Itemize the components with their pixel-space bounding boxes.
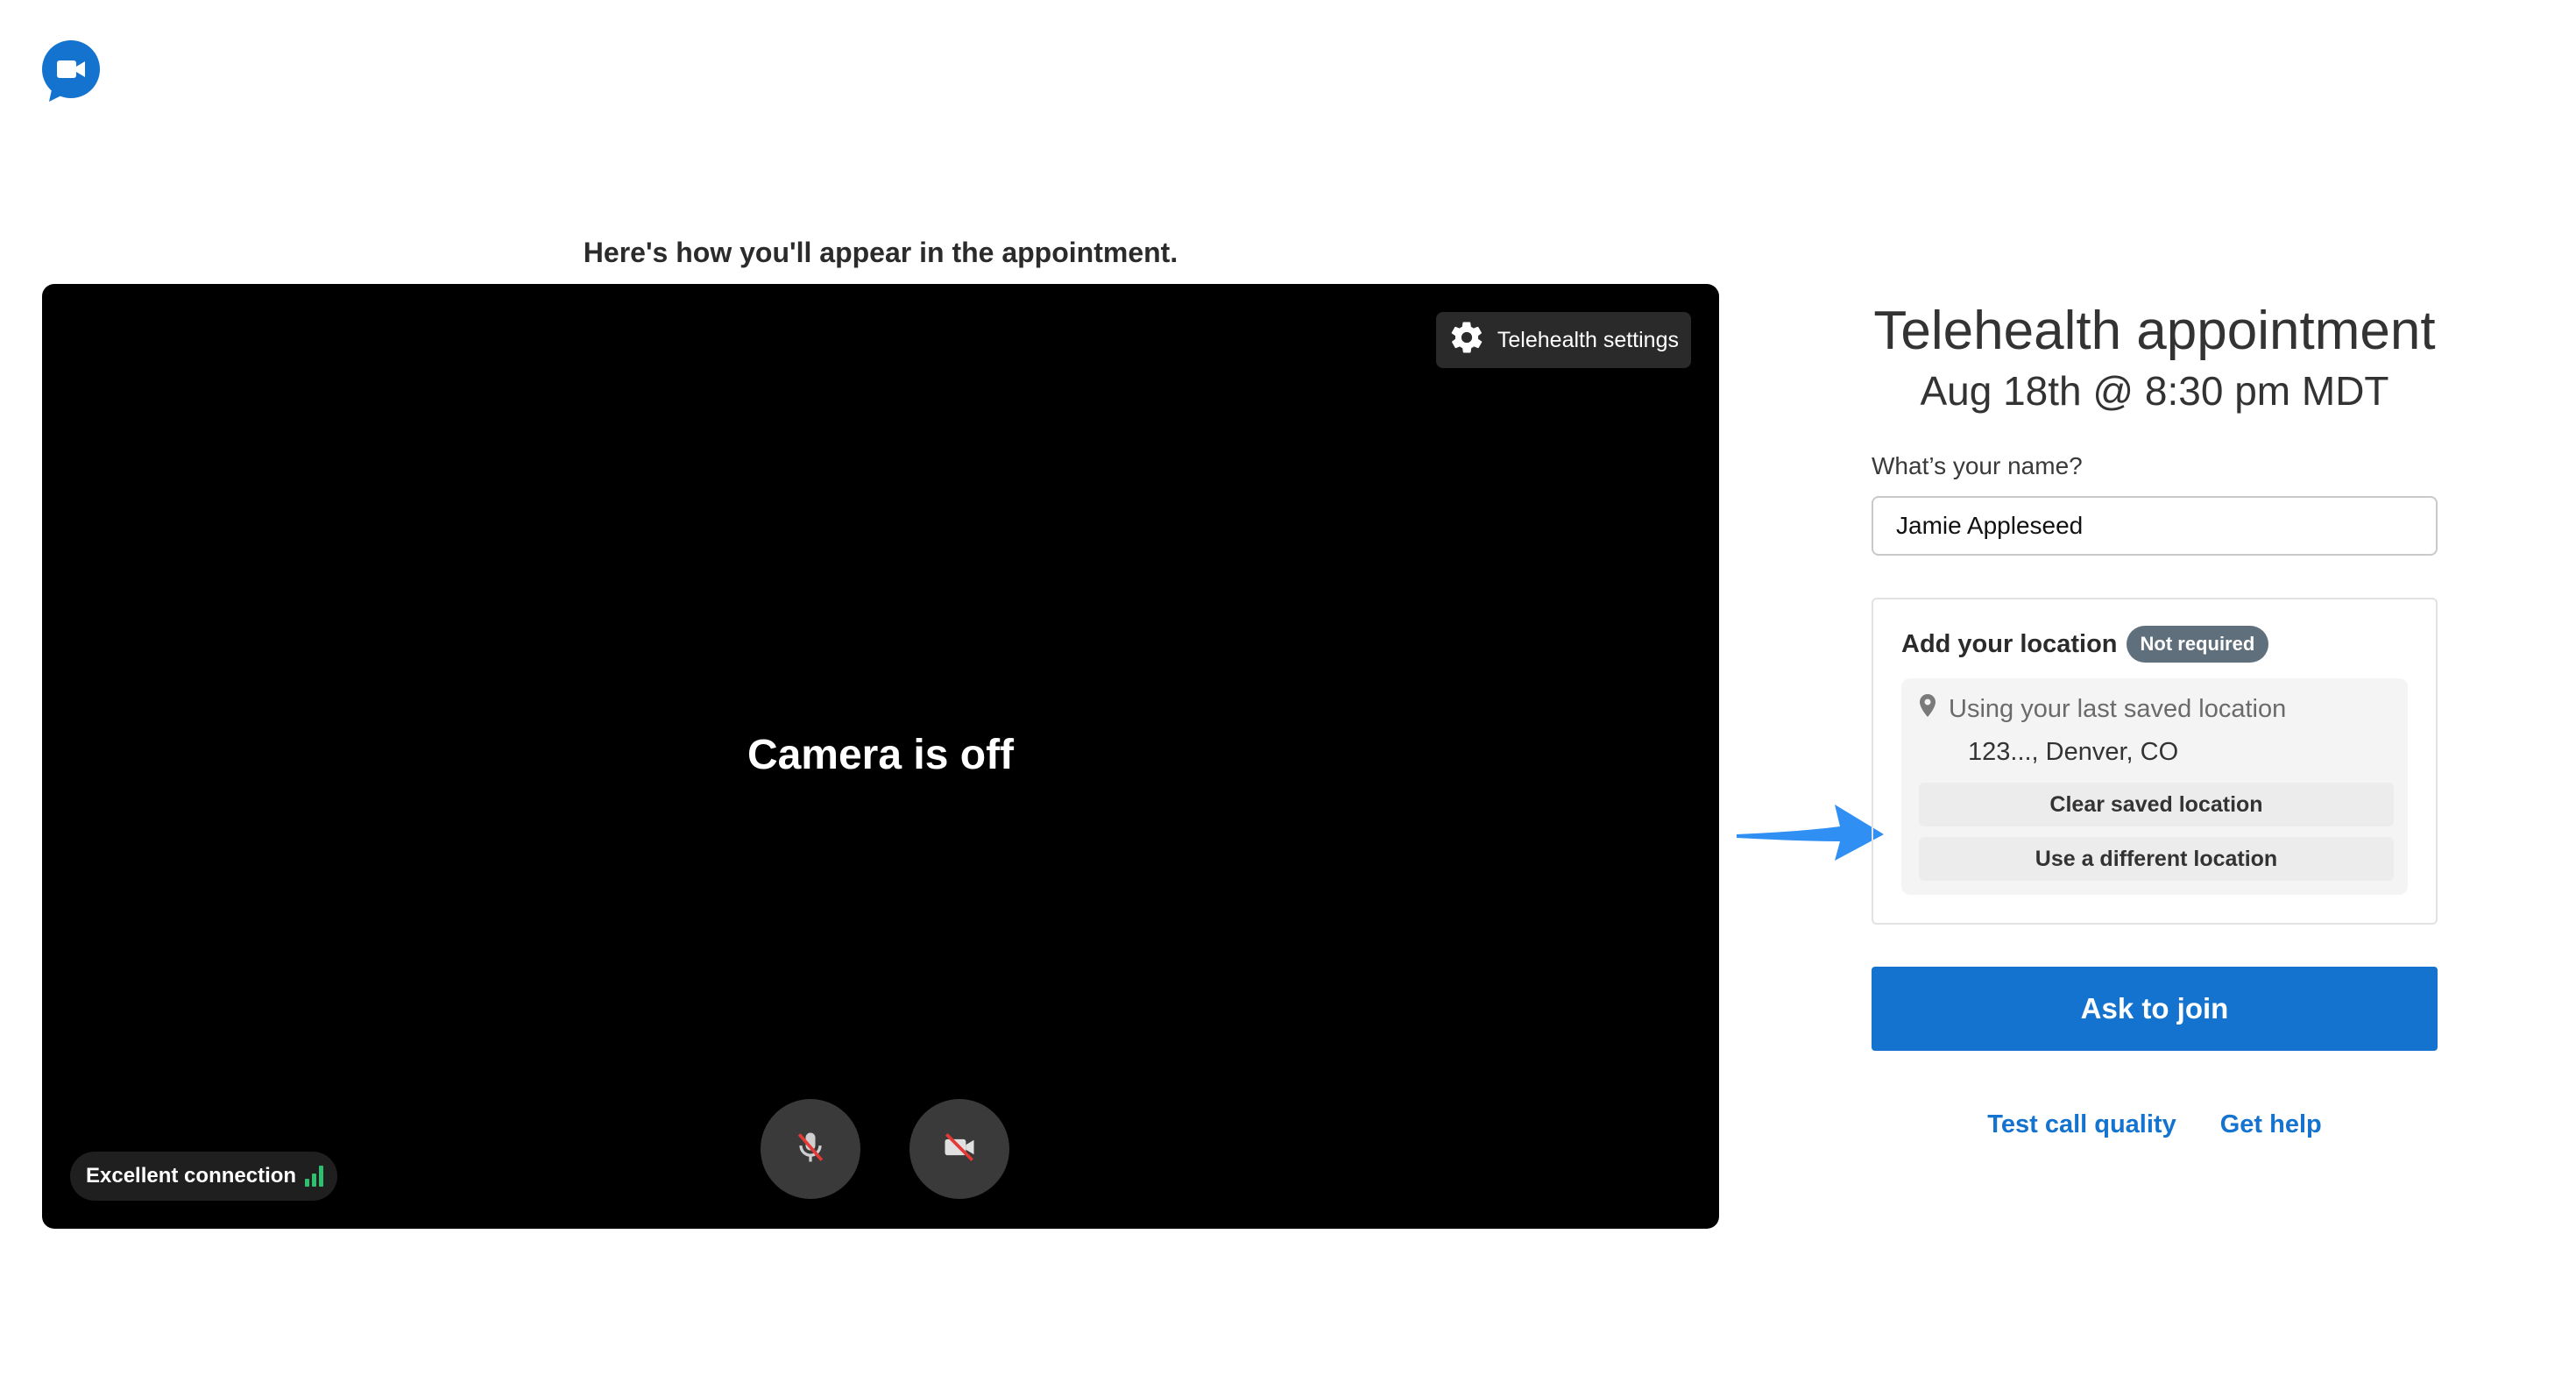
name-input[interactable] [1872, 496, 2438, 556]
clear-saved-location-button[interactable]: Clear saved location [1919, 783, 2394, 826]
signal-bars-icon [305, 1166, 324, 1187]
video-preview: Telehealth settings Camera is off Excell… [42, 284, 1719, 1229]
get-help-link[interactable]: Get help [2220, 1110, 2322, 1139]
map-pin-icon [1919, 694, 1936, 724]
appointment-title: Telehealth appointment [1873, 301, 2436, 361]
camera-status-text: Camera is off [747, 732, 1015, 778]
microphone-toggle-button[interactable] [761, 1099, 860, 1199]
telehealth-settings-button[interactable]: Telehealth settings [1435, 312, 1691, 368]
app-logo-icon [40, 40, 102, 103]
microphone-off-icon [791, 1128, 830, 1171]
appointment-panel: Telehealth appointment Aug 18th @ 8:30 p… [1872, 298, 2438, 1139]
location-header: Add your location Not required [1901, 626, 2408, 663]
saved-location-box: Using your last saved location 123..., D… [1901, 678, 2408, 895]
preview-caption: Here's how you'll appear in the appointm… [583, 237, 1178, 268]
location-heading: Add your location [1901, 629, 2118, 658]
camera-toggle-button[interactable] [909, 1099, 1009, 1199]
use-different-location-button[interactable]: Use a different location [1919, 837, 2394, 881]
appointment-datetime: Aug 18th @ 8:30 pm MDT [1920, 368, 2389, 414]
telehealth-settings-label: Telehealth settings [1497, 327, 1679, 352]
connection-status-label: Excellent connection [86, 1164, 297, 1188]
saved-location-label: Using your last saved location [1949, 694, 2287, 723]
camera-off-icon [940, 1128, 979, 1171]
location-card: Add your location Not required Using you… [1872, 598, 2438, 925]
name-label: What’s your name? [1872, 452, 2083, 479]
saved-location-line: Using your last saved location [1919, 694, 2394, 724]
ask-to-join-button[interactable]: Ask to join [1872, 967, 2438, 1051]
gear-icon [1448, 319, 1485, 362]
saved-location-address: 123..., Denver, CO [1968, 738, 2179, 766]
not-required-badge: Not required [2126, 626, 2269, 663]
connection-status-badge: Excellent connection [70, 1152, 338, 1201]
footer-links: Test call quality Get help [1872, 1110, 2438, 1139]
test-call-quality-link[interactable]: Test call quality [1987, 1110, 2176, 1139]
